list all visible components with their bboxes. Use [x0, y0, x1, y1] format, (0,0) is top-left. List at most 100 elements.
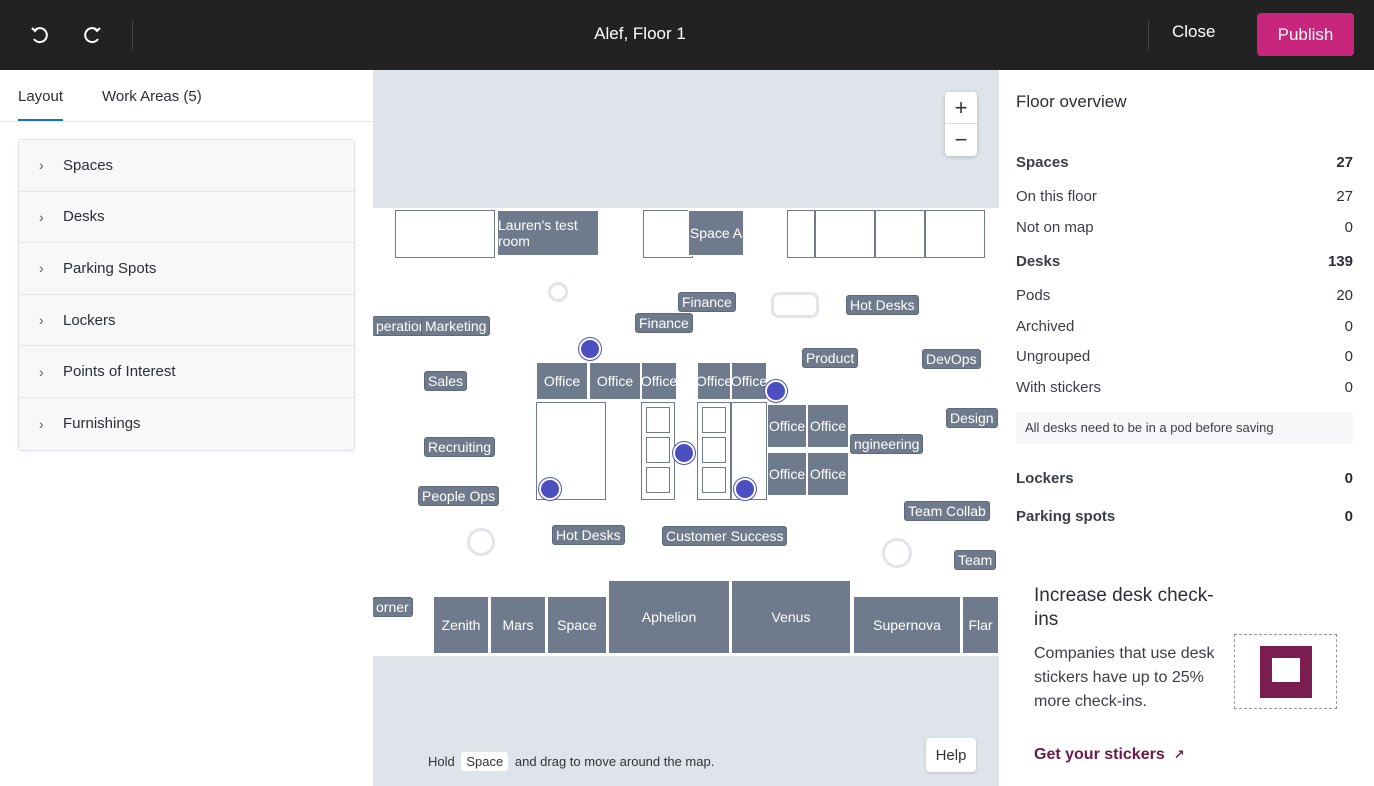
stat-pods: Pods 20 [1016, 287, 1353, 304]
area-label[interactable]: Team [955, 551, 996, 569]
stat-not-on-map: Not on map 0 [1016, 219, 1353, 236]
stat-label: Ungrouped [1016, 348, 1091, 365]
floor-map[interactable]: Lauren's test room Space A Finance Finan… [373, 70, 999, 786]
accordion-label: Points of Interest [63, 363, 176, 381]
right-panel: Floor overview Spaces 27 On this floor 2… [999, 70, 1374, 786]
help-button[interactable]: Help [926, 738, 976, 772]
chevron-right-icon: › [39, 312, 44, 329]
room-outline [787, 210, 815, 258]
stat-label: Lockers [1016, 470, 1074, 487]
room-office[interactable]: Office [696, 362, 732, 400]
room-mars[interactable]: Mars [490, 596, 546, 654]
stat-value: 0 [1344, 318, 1353, 335]
area-label[interactable]: Hot Desks [847, 296, 918, 314]
stat-label: With stickers [1016, 379, 1102, 396]
stat-value: 0 [1344, 348, 1353, 365]
area-label[interactable]: Design [947, 409, 997, 427]
stat-label: Parking spots [1016, 508, 1116, 525]
toolbar-divider [1148, 20, 1149, 50]
hint-text: and drag to move around the map. [514, 754, 715, 769]
stat-lockers: Lockers 0 [1016, 470, 1353, 487]
map-hint: Hold Space and drag to move around the m… [428, 752, 714, 771]
accordion-label: Furnishings [63, 415, 141, 433]
room-office[interactable]: Office [767, 404, 807, 448]
area-label[interactable]: Product [803, 349, 858, 367]
space-key: Space [461, 752, 509, 771]
accordion-label: Lockers [63, 311, 116, 329]
stat-on-this-floor: On this floor 27 [1016, 188, 1353, 205]
stat-value: 139 [1327, 253, 1353, 270]
accordion-item-spaces[interactable]: › Spaces [19, 140, 354, 192]
stat-value: 27 [1336, 154, 1353, 171]
accordion-label: Spaces [63, 156, 114, 174]
poi-marker-icon[interactable] [539, 478, 561, 500]
area-label[interactable]: ngineering [851, 435, 923, 453]
round-table [467, 528, 495, 556]
room-outline [925, 210, 985, 258]
accordion-item-lockers[interactable]: › Lockers [19, 294, 354, 347]
tab-work-areas[interactable]: Work Areas (5) [102, 88, 202, 105]
zoom-in-button[interactable]: + [945, 92, 977, 124]
stat-spaces: Spaces 27 [1016, 154, 1353, 171]
area-label[interactable]: Finance [679, 293, 735, 311]
publish-button[interactable]: Publish [1257, 13, 1354, 56]
room-aphelion[interactable]: Aphelion [608, 580, 730, 654]
desk-grid[interactable] [641, 402, 675, 500]
room-laurens-test-room[interactable]: Lauren's test room [497, 210, 599, 256]
room-flar[interactable]: Flar [962, 596, 999, 654]
table [771, 292, 819, 318]
area-label[interactable]: orner [373, 598, 412, 616]
qr-sticker-icon [1259, 645, 1312, 698]
room-office[interactable]: Office [536, 362, 588, 400]
room-space-a[interactable]: Space A [688, 210, 744, 256]
external-link-icon: ↗ [1173, 747, 1185, 762]
accordion-label: Desks [63, 208, 105, 226]
promo-body: Companies that use desk stickers have up… [1034, 645, 1215, 710]
area-label[interactable]: Customer Success [663, 527, 787, 545]
page-title: Alef, Floor 1 [594, 24, 686, 43]
room-supernova[interactable]: Supernova [853, 596, 961, 654]
chevron-right-icon: › [39, 208, 44, 225]
room-office[interactable]: Office [641, 362, 677, 400]
area-label[interactable]: Recruiting [425, 438, 495, 456]
chevron-right-icon: › [39, 260, 44, 277]
room-venus[interactable]: Venus [731, 580, 851, 654]
desk-grid[interactable] [697, 402, 731, 500]
area-label[interactable]: Hot Desks [553, 526, 624, 544]
poi-marker-icon[interactable] [734, 478, 756, 500]
accordion-item-desks[interactable]: › Desks [19, 191, 354, 244]
room-space[interactable]: Space [547, 596, 607, 654]
area-label[interactable]: People Ops [419, 487, 499, 505]
area-label[interactable]: DevOps [923, 350, 980, 368]
poi-marker-icon[interactable] [765, 380, 787, 402]
close-button[interactable]: Close [1172, 22, 1215, 42]
room-office[interactable]: Office [807, 452, 849, 496]
room-zenith[interactable]: Zenith [433, 596, 489, 654]
zoom-out-button[interactable]: − [945, 124, 977, 156]
stat-label: Pods [1016, 287, 1051, 304]
stat-archived: Archived 0 [1016, 318, 1353, 335]
link-label: Get your stickers [1034, 746, 1165, 763]
round-table [882, 538, 912, 568]
tab-layout[interactable]: Layout [18, 88, 64, 121]
top-bar: Alef, Floor 1 Close Publish [0, 0, 1374, 70]
floor-plan: Lauren's test room Space A Finance Finan… [373, 208, 999, 656]
area-label[interactable]: Marketing [422, 317, 490, 335]
chevron-right-icon: › [39, 363, 44, 380]
room-office[interactable]: Office [731, 362, 767, 400]
layout-accordion: › Spaces › Desks › Parking Spots › Locke… [18, 139, 355, 451]
get-stickers-link[interactable]: Get your stickers ↗ [1034, 746, 1185, 764]
poi-marker-icon[interactable] [579, 338, 601, 360]
poi-marker-icon[interactable] [673, 442, 695, 464]
panel-title: Floor overview [1016, 92, 1127, 111]
area-label[interactable]: Team Collab [905, 502, 989, 520]
room-office[interactable]: Office [767, 452, 807, 496]
stat-desks: Desks 139 [1016, 253, 1353, 270]
accordion-item-points-of-interest[interactable]: › Points of Interest [19, 346, 354, 398]
accordion-item-furnishings[interactable]: › Furnishings [19, 397, 354, 450]
area-label[interactable]: Finance [636, 314, 692, 332]
accordion-item-parking-spots[interactable]: › Parking Spots [19, 243, 354, 295]
room-office[interactable]: Office [807, 404, 849, 448]
area-label[interactable]: Sales [425, 372, 467, 390]
room-office[interactable]: Office [589, 362, 641, 400]
